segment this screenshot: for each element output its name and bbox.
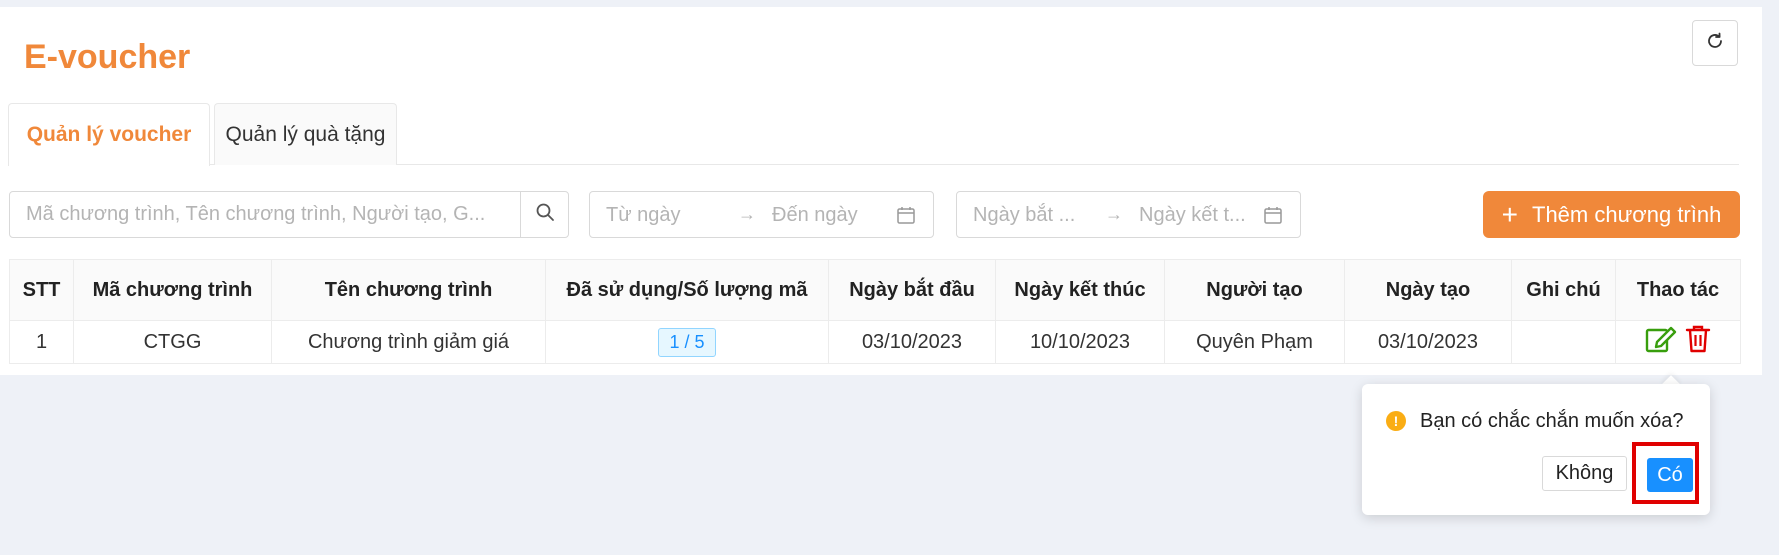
highlight-box: Có — [1632, 442, 1699, 504]
delete-icon[interactable] — [1685, 324, 1711, 360]
confirm-button[interactable]: Có — [1647, 458, 1693, 492]
voucher-table: STT Mã chương trình Tên chương trình Đã … — [9, 259, 1741, 364]
cancel-button[interactable]: Không — [1542, 456, 1627, 491]
range-separator-icon: → — [1105, 204, 1123, 224]
plus-icon: + — [1501, 198, 1518, 230]
range-start-input[interactable]: Ngày bắt ... — [973, 204, 1075, 227]
start-end-date-range-picker[interactable]: Ngày bắt ... → Ngày kết t... — [956, 191, 1301, 238]
date-range-picker[interactable]: Từ ngày → Đến ngày — [589, 191, 934, 238]
cell-created-date: 03/10/2023 — [1344, 320, 1512, 364]
range-end-input[interactable]: Đến ngày — [772, 204, 858, 227]
column-header: Thao tác — [1615, 259, 1741, 321]
delete-confirm-popover: ! Bạn có chắc chắn muốn xóa? Không Có — [1362, 384, 1710, 515]
search-input[interactable] — [10, 192, 522, 237]
cell-creator: Quyên Phạm — [1164, 320, 1345, 364]
add-program-label: Thêm chương trình — [1532, 201, 1722, 227]
cell-end-date: 10/10/2023 — [995, 320, 1165, 364]
refresh-icon — [1705, 31, 1725, 56]
column-header: Đã sử dụng/Số lượng mã — [545, 259, 829, 321]
search-button[interactable] — [520, 191, 568, 238]
calendar-icon — [896, 205, 916, 231]
table-header-row: STT Mã chương trình Tên chương trình Đã … — [9, 259, 1741, 321]
cell-code: CTGG — [73, 320, 272, 364]
calendar-icon — [1263, 205, 1283, 231]
range-start-input[interactable]: Từ ngày — [606, 204, 681, 227]
tab-voucher-management[interactable]: Quản lý voucher — [8, 103, 210, 166]
column-header: Người tạo — [1164, 259, 1345, 321]
confirm-message: Bạn có chắc chắn muốn xóa? — [1420, 410, 1684, 432]
tab-gift-management[interactable]: Quản lý quà tặng — [214, 103, 397, 165]
search-box — [9, 191, 569, 238]
refresh-button[interactable] — [1692, 20, 1738, 66]
column-header: Ngày tạo — [1344, 259, 1512, 321]
cell-usage: 1 / 5 — [545, 320, 829, 364]
cell-stt: 1 — [9, 320, 74, 364]
cell-note — [1511, 320, 1616, 364]
search-icon — [535, 202, 555, 227]
column-header: Tên chương trình — [271, 259, 546, 321]
range-separator-icon: → — [738, 204, 756, 224]
tab-label: Quản lý quà tặng — [225, 122, 386, 146]
column-header: Ghi chú — [1511, 259, 1616, 321]
column-header: STT — [9, 259, 74, 321]
column-header: Ngày bắt đầu — [828, 259, 996, 321]
cell-start-date: 03/10/2023 — [828, 320, 996, 364]
cell-name: Chương trình giảm giá — [271, 320, 546, 364]
column-header: Ngày kết thúc — [995, 259, 1165, 321]
range-end-input[interactable]: Ngày kết t... — [1139, 204, 1246, 227]
usage-tag: 1 / 5 — [658, 327, 716, 357]
column-header: Mã chương trình — [73, 259, 272, 321]
exclamation-circle-icon: ! — [1386, 411, 1406, 431]
tab-label: Quản lý voucher — [26, 123, 192, 146]
page-title: E-voucher — [24, 38, 191, 76]
cell-actions — [1615, 320, 1741, 364]
edit-icon[interactable] — [1645, 324, 1677, 360]
add-program-button[interactable]: + Thêm chương trình — [1483, 191, 1740, 238]
table-row: 1 CTGG Chương trình giảm giá 1 / 5 03/10… — [9, 320, 1741, 364]
